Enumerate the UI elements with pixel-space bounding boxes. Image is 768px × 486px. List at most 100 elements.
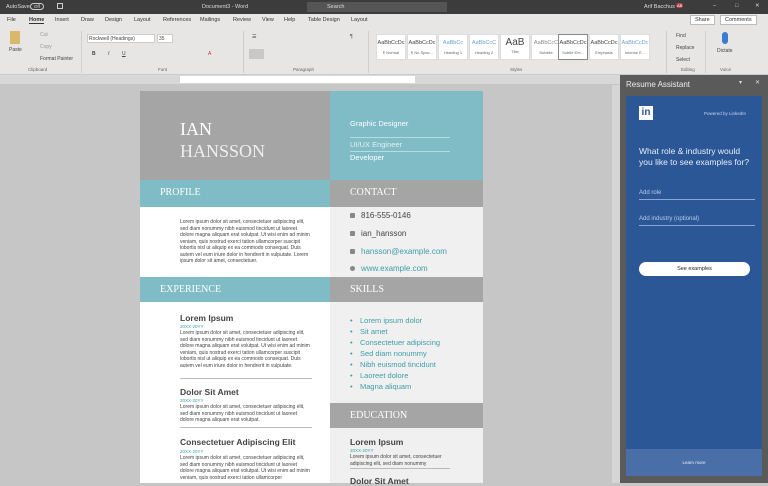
tab-references[interactable]: References	[163, 17, 191, 23]
experience-heading: EXPERIENCE	[140, 277, 330, 302]
style-sample: AaB	[501, 37, 529, 48]
paste-button[interactable]: Paste	[9, 47, 22, 53]
style-emphasis[interactable]: AaBbCcDc Emphasis	[589, 34, 619, 60]
find-button[interactable]: Find	[676, 33, 686, 39]
phone-icon	[350, 213, 355, 218]
skill-item: Sed diam nonummy	[360, 349, 427, 358]
maximize-button[interactable]: □	[735, 3, 738, 9]
share-button[interactable]: Share	[690, 15, 715, 25]
skill-item: Nibh euismod tincidunt	[360, 360, 436, 369]
style-sample: AaBbCc	[439, 40, 467, 46]
format-painter-button[interactable]: Format Painter	[40, 56, 73, 62]
email-icon	[350, 249, 355, 254]
job-description: Lorem ipsum dolor sit amet, consectetuer…	[180, 330, 312, 369]
contact-email[interactable]: hansson@example.com	[361, 247, 447, 256]
tab-table-design[interactable]: Table Design	[308, 17, 340, 23]
bullets-button[interactable]: ☰	[252, 34, 256, 40]
minimize-button[interactable]: –	[713, 3, 716, 9]
globe-icon	[350, 266, 355, 271]
style-sample: AaBbCcDc	[590, 40, 618, 46]
job-title: Graphic Designer	[350, 119, 408, 128]
style-title[interactable]: AaBTitle	[500, 34, 530, 60]
replace-button[interactable]: Replace	[676, 45, 694, 51]
style-subtle-emphasis[interactable]: AaBbCcDc Subtle Em...	[558, 34, 588, 60]
pane-title: Resume Assistant	[626, 80, 690, 89]
contact-username: ian_hansson	[361, 229, 406, 238]
style-normal[interactable]: AaBbCcDc¶ Normal	[376, 34, 406, 60]
tab-review[interactable]: Review	[233, 17, 251, 23]
save-icon[interactable]	[57, 3, 63, 9]
job-date: 20XX-20YY	[180, 449, 204, 454]
style-sample: AaBbCcC	[532, 40, 560, 46]
tab-view[interactable]: View	[262, 17, 274, 23]
comments-button[interactable]: Comments	[720, 15, 757, 25]
font-size-select[interactable]: 35	[157, 34, 173, 43]
bold-button[interactable]: B	[92, 51, 96, 57]
style-name: Intense E...	[621, 50, 649, 55]
group-label-editing: Editing	[681, 67, 695, 72]
font-color-button[interactable]: A	[208, 51, 211, 57]
search-box[interactable]: Search	[307, 2, 447, 12]
job-heading: Consectetuer Adipiscing Elit	[180, 437, 295, 447]
autosave-label: AutoSave	[6, 4, 30, 10]
style-name: ¶ No Spac...	[408, 50, 436, 55]
ruler[interactable]	[0, 75, 620, 84]
search-placeholder: Search	[327, 4, 344, 10]
tab-table-layout[interactable]: Layout	[351, 17, 368, 23]
skill-item: Laoreet dolore	[360, 371, 408, 380]
copy-button[interactable]: Copy	[40, 44, 52, 50]
role-input[interactable]: Add role	[639, 190, 755, 200]
paste-icon[interactable]	[10, 31, 20, 44]
align-left-button[interactable]	[249, 49, 264, 59]
underline-button[interactable]: U	[122, 51, 126, 57]
job-description: Lorem ipsum dolor sit amet, consectetuer…	[180, 404, 312, 424]
ribbon-tabs: File Home Insert Draw Design Layout Refe…	[0, 14, 768, 27]
tab-home[interactable]: Home	[29, 17, 44, 24]
education-heading: EDUCATION	[330, 403, 483, 428]
pane-close-button[interactable]: ✕	[755, 79, 760, 86]
avatar[interactable]: AB	[676, 3, 683, 8]
style-name: Emphasis	[590, 50, 618, 55]
microphone-icon[interactable]	[722, 32, 728, 44]
education-heading-item: Lorem Ipsum	[350, 437, 403, 447]
vertical-scrollbar[interactable]	[612, 85, 620, 483]
style-name: Subtitle	[532, 50, 560, 55]
contact-website[interactable]: www.example.com	[361, 264, 428, 273]
style-subtitle[interactable]: AaBbCcC Subtitle	[531, 34, 561, 60]
tab-design[interactable]: Design	[105, 17, 122, 23]
resume-assistant-pane: Resume Assistant ▾ ✕ in Powered by Linke…	[620, 75, 768, 483]
style-sample: AaBbCcDc	[621, 40, 649, 46]
autosave-toggle[interactable]: Off	[30, 3, 44, 10]
linkedin-logo-icon: in	[639, 106, 653, 120]
style-sample: AaBbCcDc	[559, 40, 587, 46]
show-formatting-button[interactable]: ¶	[350, 34, 353, 40]
tab-layout[interactable]: Layout	[134, 17, 151, 23]
user-name[interactable]: Arif Bacchus	[644, 4, 675, 10]
industry-input[interactable]: Add industry (optional)	[639, 216, 755, 226]
job-title: UI/UX Engineer	[350, 137, 450, 152]
cut-button[interactable]: Cut	[40, 32, 48, 38]
close-button[interactable]: ✕	[755, 3, 760, 9]
font-name-select[interactable]: Rockwell (Headings)	[87, 34, 155, 43]
tab-draw[interactable]: Draw	[81, 17, 94, 23]
style-heading-1[interactable]: AaBbCc Heading 1	[438, 34, 468, 60]
dictate-button[interactable]: Dictate	[717, 48, 733, 54]
see-examples-button[interactable]: See examples	[639, 262, 750, 276]
job-heading: Lorem Ipsum	[180, 313, 233, 323]
style-name: Heading 2	[470, 50, 498, 55]
education-date: 20XX-20YY	[350, 448, 374, 453]
italic-button[interactable]: I	[108, 51, 109, 57]
style-name: Heading 1	[439, 50, 467, 55]
style-name: Subtle Em...	[559, 50, 587, 55]
style-intense-emphasis[interactable]: AaBbCcDc Intense E...	[620, 34, 650, 60]
learn-more-link[interactable]: Learn more	[626, 449, 762, 476]
tab-file[interactable]: File	[7, 17, 16, 23]
pane-options-button[interactable]: ▾	[739, 79, 742, 86]
select-button[interactable]: Select	[676, 57, 690, 63]
style-heading-2[interactable]: AaBbCcCHeading 2	[469, 34, 499, 60]
group-label-clipboard: Clipboard	[28, 67, 47, 72]
style-no-spacing[interactable]: AaBbCcDc¶ No Spac...	[407, 34, 437, 60]
tab-insert[interactable]: Insert	[55, 17, 69, 23]
tab-mailings[interactable]: Mailings	[200, 17, 220, 23]
tab-help[interactable]: Help	[284, 17, 295, 23]
